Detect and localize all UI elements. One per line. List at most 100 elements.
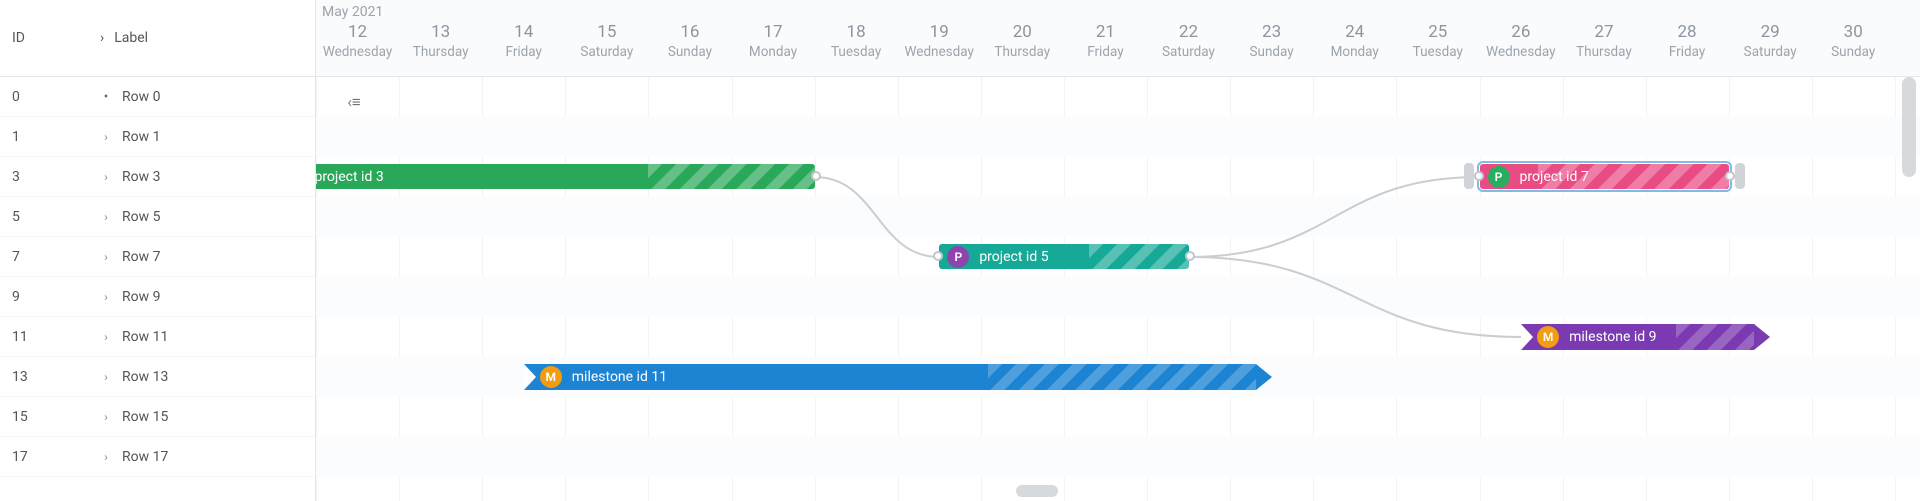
- table-row[interactable]: 0•Row 0: [0, 77, 315, 117]
- chevron-right-icon[interactable]: ›: [100, 130, 112, 144]
- id-cell: 11: [0, 329, 100, 345]
- table-row[interactable]: 17›Row 17: [0, 437, 315, 477]
- chevron-right-icon[interactable]: ›: [100, 210, 112, 224]
- table-rows: 0•Row 01›Row 13›Row 35›Row 57›Row 79›Row…: [0, 77, 315, 477]
- id-cell: 15: [0, 409, 100, 425]
- bullet-icon[interactable]: •: [100, 89, 112, 105]
- date-column[interactable]: 23 Sunday: [1230, 22, 1313, 77]
- table-row[interactable]: 5›Row 5: [0, 197, 315, 237]
- date-column[interactable]: 19Wednesday: [898, 22, 981, 77]
- timeline-panel: May 2021 12Wednesday13Thursday14Friday15…: [316, 0, 1920, 501]
- collapse-icon: ‹≡: [347, 93, 360, 111]
- id-cell: 1: [0, 129, 100, 145]
- date-column[interactable]: 15Saturday: [565, 22, 648, 77]
- date-columns: 12Wednesday13Thursday14Friday15Saturday1…: [316, 22, 1920, 77]
- id-cell: 3: [0, 169, 100, 185]
- date-weekday: Saturday: [565, 44, 648, 60]
- milestone-stripe: [988, 364, 1256, 390]
- milestone-badge-icon: M: [1537, 326, 1559, 348]
- task-progress-stripe: [648, 164, 814, 189]
- date-column[interactable]: 28Friday: [1646, 22, 1729, 77]
- date-number: 25: [1396, 22, 1479, 42]
- date-number: 23: [1230, 22, 1313, 42]
- task-bar[interactable]: Pproject id 3: [316, 164, 815, 189]
- task-bar[interactable]: Pproject id 7: [1480, 164, 1729, 189]
- date-number: 22: [1147, 22, 1230, 42]
- date-weekday: Tuesday: [1396, 44, 1479, 60]
- row-label: Row 1: [122, 129, 160, 145]
- date-column[interactable]: 14Friday: [482, 22, 565, 77]
- chevron-right-icon[interactable]: ›: [100, 250, 112, 264]
- date-weekday: Saturday: [1147, 44, 1230, 60]
- milestone-bar[interactable]: Mmilestone id 9: [1521, 324, 1770, 350]
- chevron-right-icon[interactable]: ›: [100, 450, 112, 464]
- id-cell: 5: [0, 209, 100, 225]
- date-column[interactable]: 29Saturday: [1729, 22, 1812, 77]
- collapse-all-button[interactable]: ‹≡: [338, 92, 370, 112]
- task-progress-stripe: [1089, 244, 1189, 269]
- date-column[interactable]: 26Wednesday: [1479, 22, 1562, 77]
- date-number: 30: [1812, 22, 1895, 42]
- date-column[interactable]: 30 Sunday: [1812, 22, 1895, 77]
- month-label: May 2021: [322, 4, 383, 20]
- resize-handle-left[interactable]: [1464, 163, 1474, 189]
- date-column[interactable]: 31Mond: [1895, 22, 1920, 77]
- table-row[interactable]: 15›Row 15: [0, 397, 315, 437]
- date-number: 16: [648, 22, 731, 42]
- date-weekday: Tuesday: [815, 44, 898, 60]
- horizontal-scrollbar-thumb[interactable]: [1016, 485, 1058, 497]
- milestone-notch: [524, 364, 536, 390]
- row-background: [316, 277, 1920, 317]
- date-number: 21: [1064, 22, 1147, 42]
- date-column[interactable]: 12Wednesday: [316, 22, 399, 77]
- id-cell: 7: [0, 249, 100, 265]
- date-column[interactable]: 25 Tuesday: [1396, 22, 1479, 77]
- date-weekday: Monday: [1313, 44, 1396, 60]
- table-row[interactable]: 1› Row 1: [0, 117, 315, 157]
- chevron-right-icon[interactable]: ›: [100, 290, 112, 304]
- date-column[interactable]: 24Monday: [1313, 22, 1396, 77]
- column-label-header[interactable]: › Label: [100, 30, 148, 46]
- milestone-bar[interactable]: Mmilestone id 11: [524, 364, 1272, 390]
- date-weekday: Friday: [1064, 44, 1147, 60]
- timeline-grid[interactable]: Pproject id 3 Pproject id 5 Pproject id 7 M…: [316, 77, 1920, 501]
- date-weekday: Friday: [482, 44, 565, 60]
- label-cell: ›Row 3: [100, 169, 160, 185]
- table-row[interactable]: 7› Row 7: [0, 237, 315, 277]
- project-badge-icon: P: [947, 246, 969, 268]
- resize-handle-right[interactable]: [1735, 163, 1745, 189]
- milestone-arrow-icon: [1754, 324, 1770, 350]
- table-row[interactable]: 11›Row 11: [0, 317, 315, 357]
- row-background: [316, 397, 1920, 437]
- chevron-right-icon[interactable]: ›: [100, 330, 112, 344]
- date-number: 12: [316, 22, 399, 42]
- date-weekday: Sunday: [1812, 44, 1895, 60]
- date-column[interactable]: 16Sunday: [648, 22, 731, 77]
- vertical-scrollbar-thumb[interactable]: [1902, 77, 1916, 177]
- chevron-right-icon[interactable]: ›: [100, 370, 112, 384]
- date-column[interactable]: 20Thursday: [981, 22, 1064, 77]
- date-column[interactable]: 17Monday: [731, 22, 814, 77]
- date-column[interactable]: 18Tuesday: [815, 22, 898, 77]
- task-bar[interactable]: Pproject id 5: [939, 244, 1188, 269]
- row-label: Row 7: [122, 249, 160, 265]
- date-column[interactable]: 13Thursday: [399, 22, 482, 77]
- label-cell: ›Row 15: [100, 409, 168, 425]
- table-row[interactable]: 9›Row 9: [0, 277, 315, 317]
- date-column[interactable]: 22 Saturday: [1147, 22, 1230, 77]
- date-weekday: Sunday: [1230, 44, 1313, 60]
- milestone-arrow-icon: [1256, 364, 1272, 390]
- label-cell: › Row 1: [100, 129, 160, 145]
- date-column[interactable]: 21 Friday: [1064, 22, 1147, 77]
- row-background: [316, 117, 1920, 157]
- project-badge-icon: P: [1488, 166, 1510, 188]
- column-id-header[interactable]: ID: [0, 30, 100, 46]
- date-column[interactable]: 27Thursday: [1562, 22, 1645, 77]
- chevron-right-icon[interactable]: ›: [100, 410, 112, 424]
- chevron-right-icon: ›: [100, 30, 104, 46]
- table-row[interactable]: 13›Row 13: [0, 357, 315, 397]
- date-weekday: Thursday: [981, 44, 1064, 60]
- chevron-right-icon[interactable]: ›: [100, 170, 112, 184]
- date-weekday: Friday: [1646, 44, 1729, 60]
- table-row[interactable]: 3›Row 3: [0, 157, 315, 197]
